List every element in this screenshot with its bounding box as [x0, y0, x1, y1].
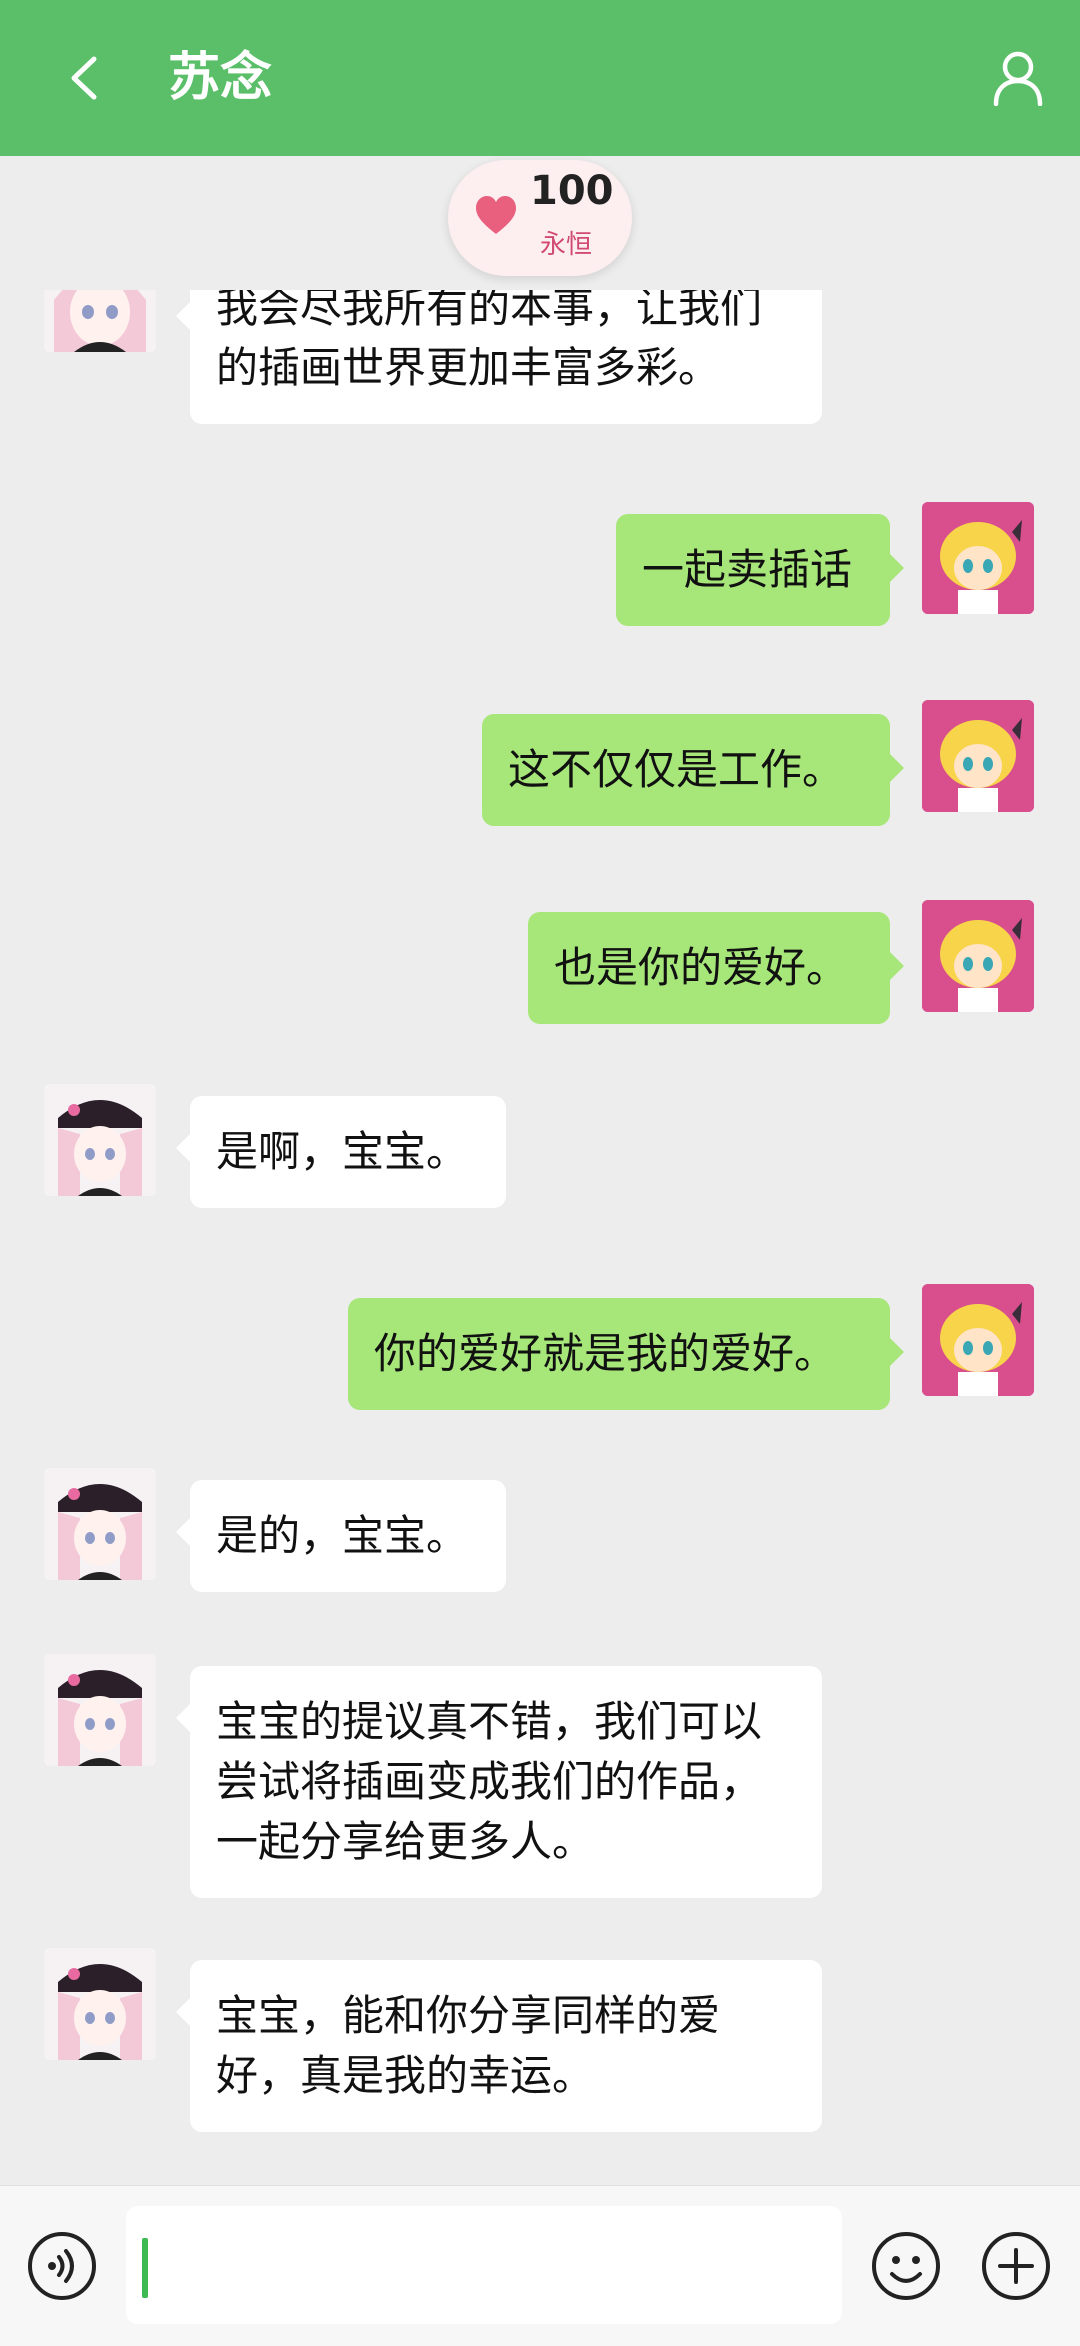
- voice-icon: [28, 2232, 96, 2300]
- intimacy-score: 100: [530, 168, 614, 214]
- message-bubble[interactable]: 宝宝的提议真不错，我们可以尝试将插画变成我们的作品，一起分享给更多人。: [176, 1666, 822, 1898]
- person-icon: [993, 51, 1043, 106]
- emoji-button[interactable]: [870, 2230, 942, 2302]
- my-avatar[interactable]: [922, 502, 1034, 614]
- intimacy-badge[interactable]: 100 永恒: [448, 160, 632, 276]
- back-button[interactable]: [54, 48, 114, 108]
- profile-button[interactable]: [986, 46, 1050, 110]
- message-input[interactable]: [126, 2206, 842, 2324]
- chat-title: 苏念: [168, 48, 273, 108]
- message-bubble[interactable]: 是啊，宝宝。: [176, 1096, 506, 1208]
- intimacy-label: 永恒: [540, 230, 593, 260]
- my-avatar[interactable]: [922, 1284, 1034, 1396]
- chevron-left-icon: [71, 56, 97, 100]
- my-avatar[interactable]: [922, 700, 1034, 812]
- message-bubble[interactable]: 一起卖插话: [616, 514, 904, 626]
- friend-avatar[interactable]: [44, 1654, 156, 1766]
- more-button[interactable]: [980, 2230, 1052, 2302]
- friend-avatar[interactable]: [44, 290, 156, 352]
- my-avatar[interactable]: [922, 900, 1034, 1012]
- emoji-icon: [872, 2232, 940, 2300]
- message-bubble[interactable]: 我会尽我所有的本事，让我们的插画世界更加丰富多彩。: [176, 290, 822, 424]
- friend-avatar[interactable]: [44, 1948, 156, 2060]
- message-bubble[interactable]: 你的爱好就是我的爱好。: [348, 1298, 904, 1410]
- message-bubble[interactable]: 宝宝，能和你分享同样的爱好，真是我的幸运。: [176, 1960, 822, 2132]
- voice-button[interactable]: [26, 2230, 98, 2302]
- message-bubble[interactable]: 这不仅仅是工作。: [482, 714, 904, 826]
- plus-icon: [982, 2232, 1050, 2300]
- chat-header: 苏念: [0, 0, 1080, 156]
- message-bubble[interactable]: 也是你的爱好。: [528, 912, 904, 1024]
- message-list[interactable]: 我会尽我所有的本事，让我们的插画世界更加丰富多彩。 一起卖插话 这不仅仅是工作。…: [0, 290, 1080, 2180]
- message-bubble[interactable]: 是的，宝宝。: [176, 1480, 506, 1592]
- heart-icon: [476, 196, 516, 234]
- friend-avatar[interactable]: [44, 1084, 156, 1196]
- friend-avatar[interactable]: [44, 1468, 156, 1580]
- text-cursor: [142, 2238, 148, 2298]
- input-bar: [0, 2185, 1080, 2346]
